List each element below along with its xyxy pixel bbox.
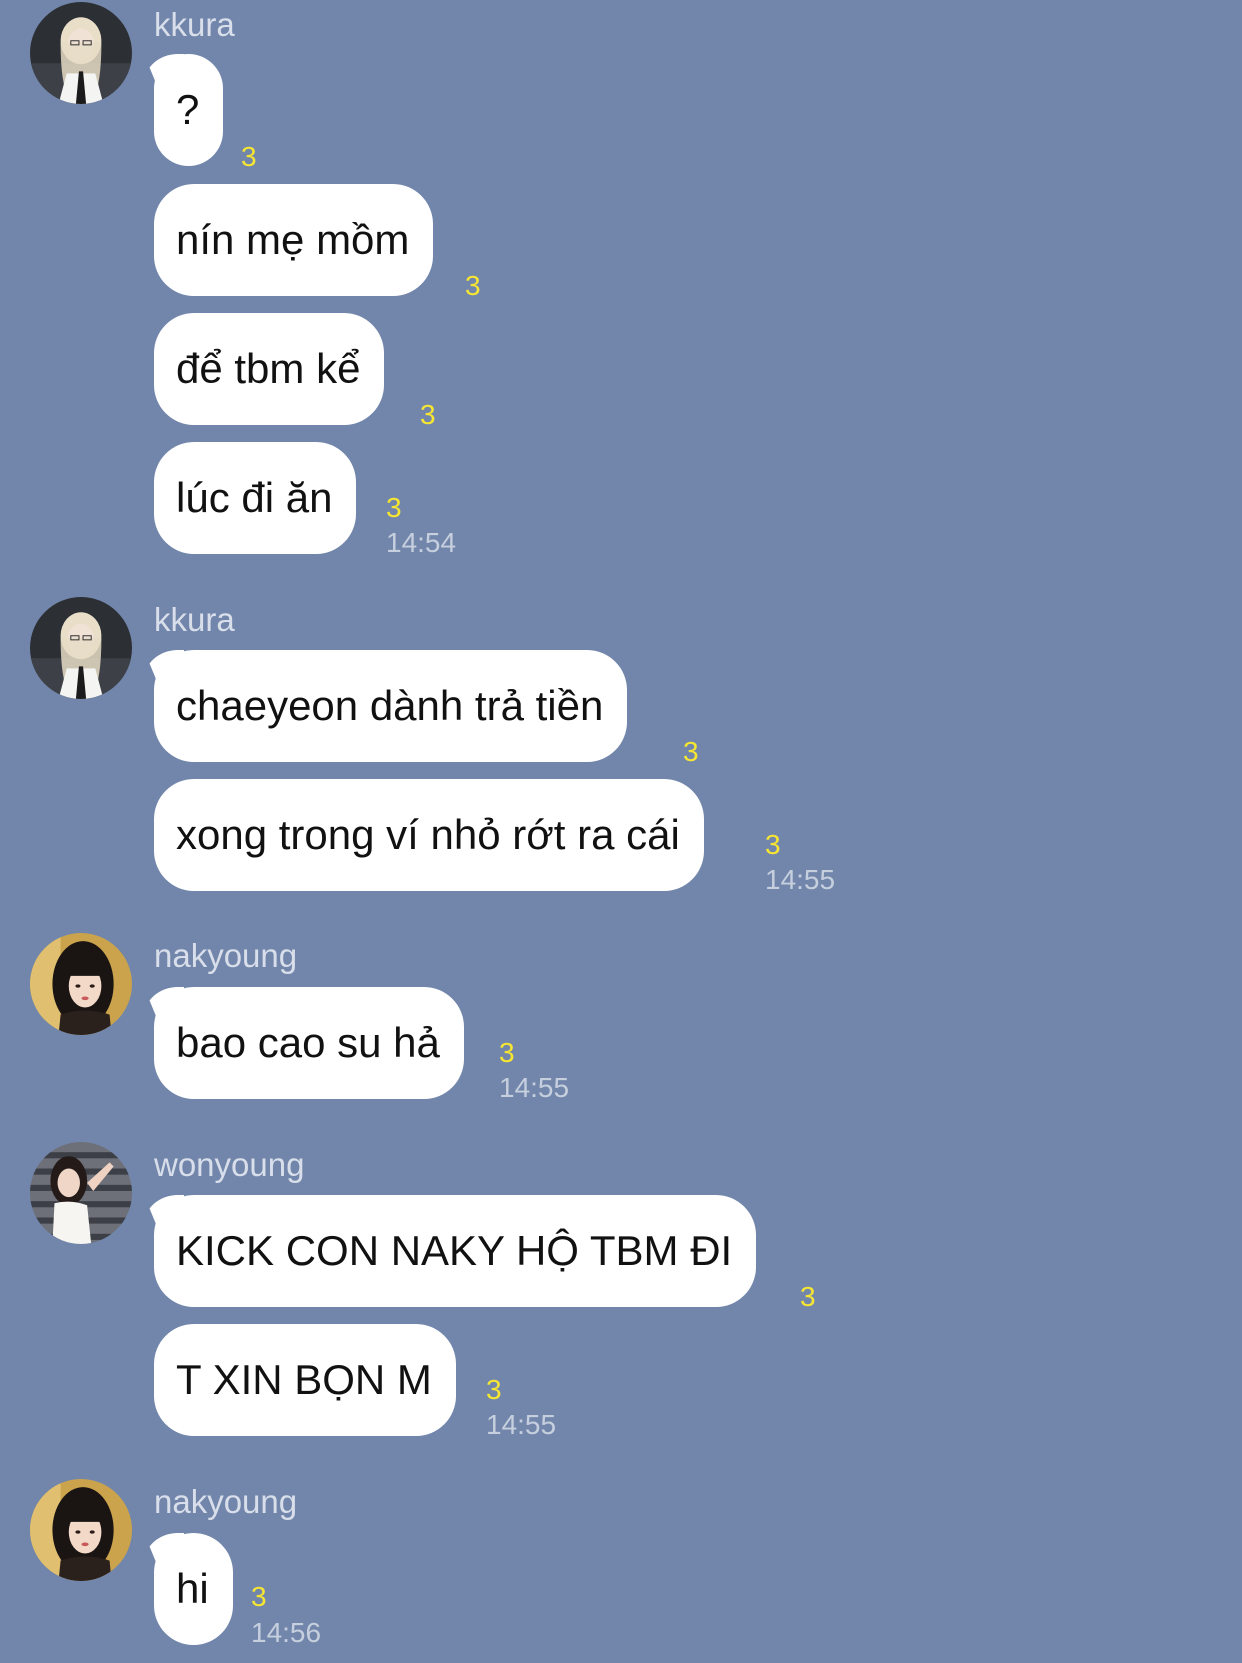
read-count: 3 [499,1037,515,1068]
avatar-kkura-icon [30,2,132,104]
avatar-wonyoung-icon [30,1142,132,1244]
avatar-nakyoung-icon [30,1479,132,1581]
message-bubble[interactable]: KICK CON NAKY HỘ TBM ĐI [154,1195,757,1307]
message-text: ? [176,86,200,133]
message-bubble[interactable]: hi [154,1533,233,1645]
message-text: lúc đi ăn [176,474,333,521]
read-count: 3 [486,1374,502,1405]
message-text: xong trong ví nhỏ rớt ra cái [176,811,680,858]
read-count: 3 [765,829,781,860]
message-bubble[interactable]: lúc đi ăn [154,442,357,554]
avatar-wonyoung[interactable] [30,1142,132,1244]
message-text: T XIN BỌN M [176,1356,432,1403]
avatar-nakyoung[interactable] [30,933,132,1035]
sender-name: nakyoung [154,937,298,974]
message-text: để tbm kể [176,345,361,392]
avatar-kkura-icon [30,597,132,699]
timestamp: 14:55 [486,1409,557,1440]
avatar-nakyoung-icon [30,933,132,1035]
avatar-kkura[interactable] [30,2,132,104]
message-bubble[interactable]: xong trong ví nhỏ rớt ra cái [154,779,704,891]
read-count: 3 [683,736,699,767]
read-count: 3 [420,399,436,430]
read-count: 3 [241,141,257,172]
message-text: bao cao su hả [176,1019,440,1066]
message-bubble[interactable]: ? [154,54,224,166]
message-text: hi [176,1565,209,1612]
timestamp: 14:55 [765,864,836,895]
read-count: 3 [465,270,481,301]
message-text: nín mẹ mồm [176,216,410,263]
message-bubble[interactable]: chaeyeon dành trả tiền [154,650,628,762]
sender-name: kkura [154,601,235,638]
read-count: 3 [800,1281,816,1312]
message-text: KICK CON NAKY HỘ TBM ĐI [176,1227,733,1274]
avatar-nakyoung[interactable] [30,1479,132,1581]
timestamp: 14:54 [386,527,457,558]
message-bubble[interactable]: nín mẹ mồm [154,184,434,296]
message-bubble[interactable]: T XIN BỌN M [154,1324,456,1436]
read-count: 3 [251,1581,267,1612]
message-bubble[interactable]: để tbm kể [154,313,385,425]
message-text: chaeyeon dành trả tiền [176,682,604,729]
read-count: 3 [386,492,402,523]
timestamp: 14:55 [499,1072,570,1103]
timestamp: 14:56 [251,1617,322,1648]
avatar-kkura[interactable] [30,597,132,699]
sender-name: wonyoung [154,1146,305,1183]
sender-name: nakyoung [154,1483,298,1520]
sender-name: kkura [154,6,235,43]
message-bubble[interactable]: bao cao su hả [154,987,464,1099]
